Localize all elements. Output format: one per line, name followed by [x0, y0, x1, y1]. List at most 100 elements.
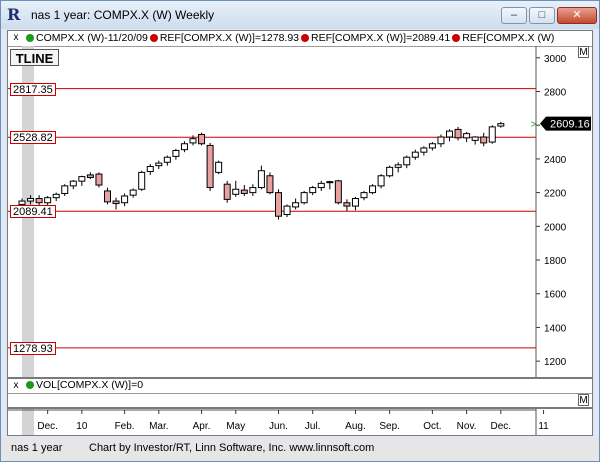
legend-ref-3[interactable]: REF[COMPX.X (W)	[462, 32, 554, 44]
minimize-button[interactable]: –	[501, 7, 527, 24]
candle-body	[257, 170, 265, 189]
window-title: nas 1 year: COMPX.X (W) Weekly	[31, 8, 215, 22]
close-panel-icon[interactable]: x	[11, 32, 21, 44]
candle-body	[112, 200, 120, 205]
candle	[386, 165, 394, 178]
candle	[369, 184, 377, 195]
candle	[198, 132, 206, 146]
candle-body	[369, 185, 377, 194]
y-tick-label: 1400	[544, 323, 567, 334]
candle	[69, 179, 77, 190]
candle-body	[240, 189, 248, 194]
candle-body	[155, 162, 163, 167]
x-tick-label: May	[226, 421, 245, 432]
last-price-label: 2609.16	[550, 119, 590, 131]
candle-body	[86, 174, 94, 178]
y-tick-label: 1800	[544, 256, 567, 267]
candle-body	[394, 164, 402, 168]
candle	[403, 155, 411, 169]
candle	[343, 199, 351, 212]
x-tick-label: Apr.	[193, 421, 211, 432]
maximize-volume-icon[interactable]: M	[578, 394, 589, 406]
candle	[292, 198, 300, 210]
x-tick-label: Dec.	[37, 421, 58, 432]
candle	[163, 155, 171, 166]
volume-legend-row: x VOL[COMPX.X (W)]=0	[8, 379, 592, 394]
candle	[61, 184, 69, 196]
candle-body	[463, 133, 471, 139]
chart-window: R nas 1 year: COMPX.X (W) Weekly – □ ✕ x…	[0, 0, 600, 462]
candle	[180, 141, 188, 153]
candle-body	[326, 181, 334, 184]
candle-body	[437, 136, 445, 145]
volume-dot-icon	[26, 381, 34, 390]
candle	[446, 129, 453, 142]
candle	[146, 163, 154, 175]
candle-body	[198, 133, 206, 145]
candle	[206, 142, 214, 191]
candle	[104, 187, 111, 205]
y-tick-label: 2400	[544, 155, 567, 166]
candle	[112, 197, 120, 210]
candle	[326, 180, 334, 190]
candle-body	[420, 147, 428, 153]
price-chart[interactable]: 1200140016001800200022002400260028003000…	[8, 46, 592, 378]
candle-body	[215, 161, 223, 173]
x-tick-label: Nov.	[457, 421, 477, 432]
candle-body	[78, 176, 86, 182]
candle	[223, 180, 231, 203]
status-bar: nas 1 year Chart by Investor/RT, Linn So…	[1, 438, 599, 460]
reference-line-label[interactable]: 2089.41	[10, 205, 56, 219]
close-button[interactable]: ✕	[557, 7, 597, 24]
candle	[232, 180, 240, 197]
maximize-button[interactable]: □	[529, 7, 555, 24]
candle	[300, 190, 308, 205]
candle	[351, 196, 359, 211]
x-tick-label: Dec.	[491, 421, 512, 432]
candle	[334, 179, 342, 205]
candle-body	[172, 149, 180, 157]
price-panel[interactable]: x COMPX.X (W)-11/20/09 REF[COMPX.X (W)]=12…	[7, 30, 593, 378]
candle-body	[334, 180, 342, 204]
time-axis-panel[interactable]: Dec. 10 Feb. Mar. Apr. May Jun. Jul. Aug. Sep. Oct…	[7, 408, 593, 436]
candle	[240, 185, 248, 196]
candle	[309, 185, 317, 196]
candle-body	[189, 138, 197, 144]
candle	[95, 172, 103, 188]
legend-ref-2[interactable]: REF[COMPX.X (W)]=2089.41	[311, 32, 450, 44]
candle	[428, 142, 436, 151]
candle	[488, 125, 496, 144]
candle-body	[206, 144, 214, 189]
y-tick-label: 2000	[544, 222, 567, 233]
reference-line-label[interactable]: 1278.93	[10, 341, 56, 355]
x-tick-label: Jun.	[269, 421, 288, 432]
legend-ref-1[interactable]: REF[COMPX.X (W)]=1278.93	[160, 32, 299, 44]
legend-symbol[interactable]: COMPX.X (W)-11/20/09	[36, 32, 148, 44]
candle-body	[223, 183, 231, 200]
tline-button[interactable]: TLINE	[10, 49, 59, 66]
candle	[249, 184, 257, 196]
candle-body	[163, 156, 171, 163]
x-tick-label: Feb.	[115, 421, 135, 432]
title-bar[interactable]: R nas 1 year: COMPX.X (W) Weekly – □ ✕	[1, 1, 599, 29]
candle	[377, 174, 385, 189]
candle	[360, 190, 368, 201]
candle-body	[428, 143, 436, 149]
volume-label[interactable]: VOL[COMPX.X (W)]=0	[36, 379, 143, 391]
candle	[283, 204, 291, 218]
candle-body	[121, 195, 129, 204]
candle-body	[275, 192, 282, 217]
candle	[471, 136, 479, 145]
close-volume-icon[interactable]: x	[11, 380, 21, 392]
x-tick-label: 11	[538, 421, 549, 432]
volume-panel[interactable]: x VOL[COMPX.X (W)]=0 M	[7, 378, 593, 408]
candle-body	[129, 189, 137, 196]
y-tick-label: 2200	[544, 189, 567, 200]
candle-body	[232, 188, 240, 195]
candle-body	[351, 198, 359, 207]
candle	[52, 192, 60, 202]
candle	[215, 160, 223, 175]
reference-line-label[interactable]: 2817.35	[10, 82, 56, 96]
candle-body	[52, 193, 60, 199]
reference-line-label[interactable]: 2528.82	[10, 131, 56, 145]
